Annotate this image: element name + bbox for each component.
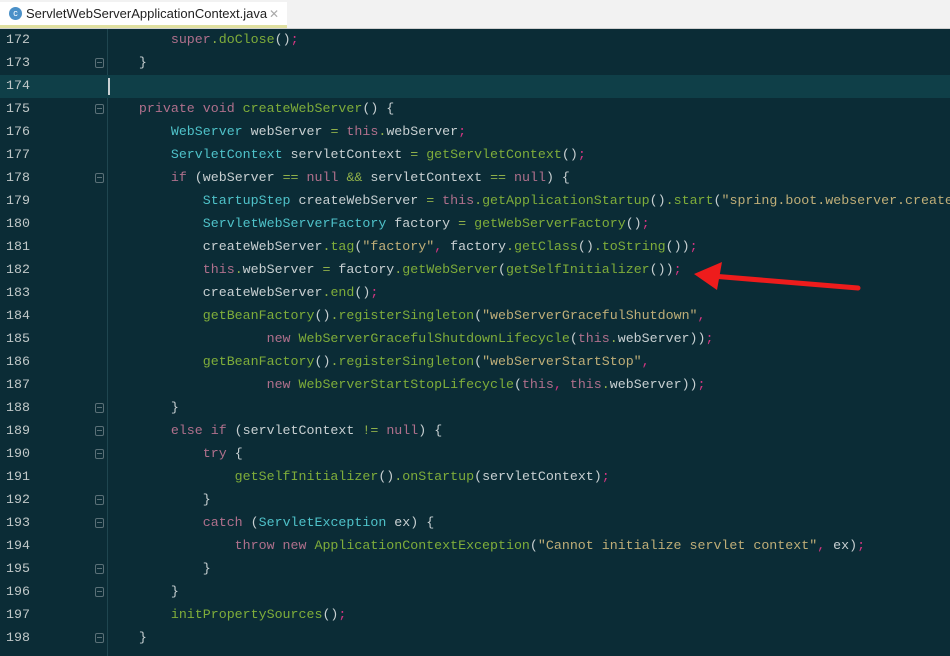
arrow-shaft (709, 273, 861, 291)
arrow-head (694, 262, 722, 290)
annotation-arrow (694, 262, 861, 291)
